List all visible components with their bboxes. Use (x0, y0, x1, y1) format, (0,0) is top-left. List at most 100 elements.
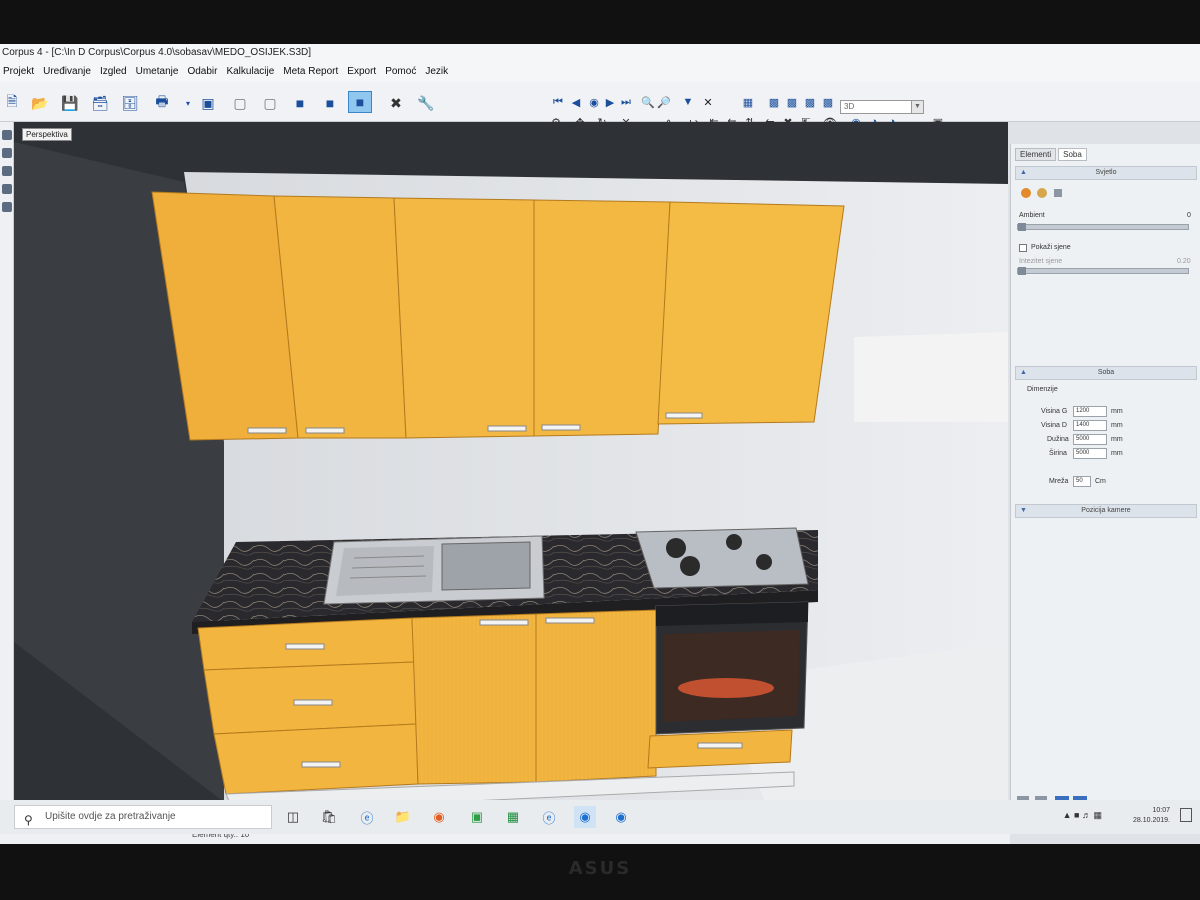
cube-a-icon[interactable]: ▩ (766, 94, 782, 110)
expand-icon: ▼ (1020, 507, 1027, 514)
room-section-title: Soba (1097, 369, 1115, 376)
corpus-app-icon[interactable]: ◉ (574, 806, 596, 828)
shadow-checkbox-label: Pokaži sjene (1031, 244, 1071, 251)
height-bottom-input[interactable]: 1400 (1073, 420, 1107, 431)
export-icon[interactable]: 🗄 (118, 92, 142, 114)
view-front-icon[interactable]: ▣ (196, 92, 220, 114)
first-icon[interactable]: ⏮ (550, 94, 566, 110)
grid-unit: Cm (1095, 478, 1106, 485)
internet-explorer-icon[interactable]: ⓔ (538, 806, 560, 828)
edge-icon[interactable]: ⓔ (356, 806, 378, 828)
menu-meta-report[interactable]: Meta Report (283, 62, 338, 82)
upper-cabinets (151, 191, 845, 441)
firefox-icon[interactable]: ◉ (428, 806, 450, 828)
length-unit: mm (1111, 436, 1123, 443)
file-explorer-icon[interactable]: 📁 (392, 806, 414, 828)
textured-cube-icon[interactable]: ■ (348, 91, 372, 113)
menu-odabir[interactable]: Odabir (187, 62, 217, 82)
light-spot-icon[interactable] (1035, 186, 1049, 200)
menu-bar: Projekt Uređivanje Izgled Umetanje Odabi… (0, 62, 1200, 82)
length-label: Dužina (1047, 436, 1069, 443)
measure-tool-icon[interactable] (2, 202, 12, 212)
menu-izgled[interactable]: Izgled (100, 62, 127, 82)
filter-icon[interactable]: ▼ (680, 94, 696, 110)
dimensions-label: Dimenzije (1027, 386, 1058, 393)
zoom-in-icon[interactable]: 🔍 (640, 94, 656, 110)
grid-input[interactable]: 50 (1073, 476, 1091, 487)
cube-c-icon[interactable]: ▩ (802, 94, 818, 110)
menu-jezik[interactable]: Jezik (425, 62, 448, 82)
solid-cube-icon[interactable]: ■ (288, 92, 312, 114)
price-tool-icon[interactable]: 🔧 (414, 92, 438, 114)
width-input[interactable]: 5000 (1073, 448, 1107, 459)
camera-section-header[interactable]: ▼ Pozicija kamere (1015, 504, 1197, 518)
new-file-icon[interactable]: 🗎 (0, 92, 24, 114)
tab-soba[interactable]: Soba (1058, 148, 1087, 161)
hidden-line-cube-icon[interactable]: ▢ (258, 92, 282, 114)
3d-viewport[interactable] (14, 122, 1008, 826)
properties-panel: Elementi Soba ▲ Svjetlo Ambient 0 Pokaži… (1010, 144, 1200, 824)
menu-projekt[interactable]: Projekt (3, 62, 34, 82)
oven (647, 601, 809, 769)
windows-taskbar: ⚲ Upišite ovdje za pretraživanje ◫ 🛍 ⓔ 📁… (0, 800, 1200, 834)
camera-section-title: Pozicija kamere (1081, 507, 1131, 514)
wall-tool-icon[interactable] (2, 184, 12, 194)
menu-kalkulacije[interactable]: Kalkulacije (226, 62, 274, 82)
taskbar-search-input[interactable]: ⚲ Upišite ovdje za pretraživanje (14, 805, 272, 829)
menu-umetanje[interactable]: Umetanje (136, 62, 179, 82)
menu-export[interactable]: Export (347, 62, 376, 82)
ambient-value: 0 (1187, 212, 1191, 219)
pan-tool-icon[interactable] (2, 148, 12, 158)
layers-icon[interactable]: ▦ (740, 94, 756, 110)
height-top-unit: mm (1111, 408, 1123, 415)
lights-section-header[interactable]: ▲ Svjetlo (1015, 166, 1197, 180)
menu-pomoc[interactable]: Pomoć (385, 62, 416, 82)
lights-section-title: Svjetlo (1095, 169, 1117, 176)
store-icon[interactable]: 🛍 (318, 806, 340, 828)
collapse-icon: ▲ (1020, 369, 1027, 376)
tab-elementi[interactable]: Elementi (1015, 148, 1057, 161)
length-input[interactable]: 5000 (1073, 434, 1107, 445)
print-icon[interactable]: 🖶 (150, 92, 174, 114)
shaded-cube-icon[interactable]: ■ (318, 92, 342, 114)
select-tool-icon[interactable] (2, 130, 12, 140)
shadow-slider-knob[interactable] (1018, 267, 1026, 275)
light-bulb-icon[interactable] (1019, 186, 1033, 200)
clock-date: 28.10.2019. (1133, 817, 1170, 824)
open-folder-icon[interactable]: 📂 (28, 92, 52, 114)
delete-icon[interactable]: ✕ (700, 94, 716, 110)
last-icon[interactable]: ⏭ (618, 94, 634, 110)
photos-icon[interactable]: ▣ (466, 806, 488, 828)
grid-label: Mreža (1049, 478, 1069, 485)
collapse-icon: ▲ (1020, 169, 1027, 176)
tools-icon[interactable]: ✖ (384, 92, 408, 114)
prev-icon[interactable]: ◀ (568, 94, 584, 110)
task-view-icon[interactable]: ◫ (282, 806, 304, 828)
system-clock[interactable]: 10:07 28.10.2019. (1133, 806, 1170, 826)
wireframe-cube-icon[interactable]: ▢ (228, 92, 252, 114)
save-icon[interactable]: 💾 (58, 92, 82, 114)
cube-d-icon[interactable]: ▩ (820, 94, 836, 110)
save-as-icon[interactable]: 🗃 (88, 92, 112, 114)
view-mode-select[interactable]: 3D ▼ (840, 100, 924, 114)
next-icon[interactable]: ▶ (602, 94, 618, 110)
shadow-intensity-slider[interactable] (1017, 267, 1189, 275)
height-top-input[interactable]: 1200 (1073, 406, 1107, 417)
draw-tool-icon[interactable] (2, 166, 12, 176)
menu-uredivanje[interactable]: Uređivanje (43, 62, 91, 82)
spreadsheet-icon[interactable]: ▦ (502, 806, 524, 828)
corpus-secondary-icon[interactable]: ◉ (610, 806, 632, 828)
search-icon: ⚲ (24, 813, 33, 827)
cube-b-icon[interactable]: ▩ (784, 94, 800, 110)
room-section-header[interactable]: ▲ Soba (1015, 366, 1197, 380)
tray-icons[interactable]: ▲ ■ ♬ ▦ (1063, 810, 1102, 821)
zoom-out-icon[interactable]: 🔎 (656, 94, 672, 110)
notifications-icon[interactable] (1180, 808, 1192, 822)
cooktop (635, 527, 809, 589)
center-icon[interactable]: ◉ (586, 94, 602, 110)
ambient-slider-knob[interactable] (1018, 223, 1026, 231)
light-settings-icon[interactable] (1051, 186, 1065, 200)
main-toolbar: 🗎 📂 💾 🗃 🗄 🖶 ▾ ▣ ▢ ▢ ■ ■ ■ ✖ 🔧 ⏮ ◀ ◉ ▶ ⏭ … (0, 82, 1200, 129)
ambient-slider[interactable] (1017, 223, 1189, 231)
shadow-checkbox[interactable] (1019, 244, 1027, 252)
